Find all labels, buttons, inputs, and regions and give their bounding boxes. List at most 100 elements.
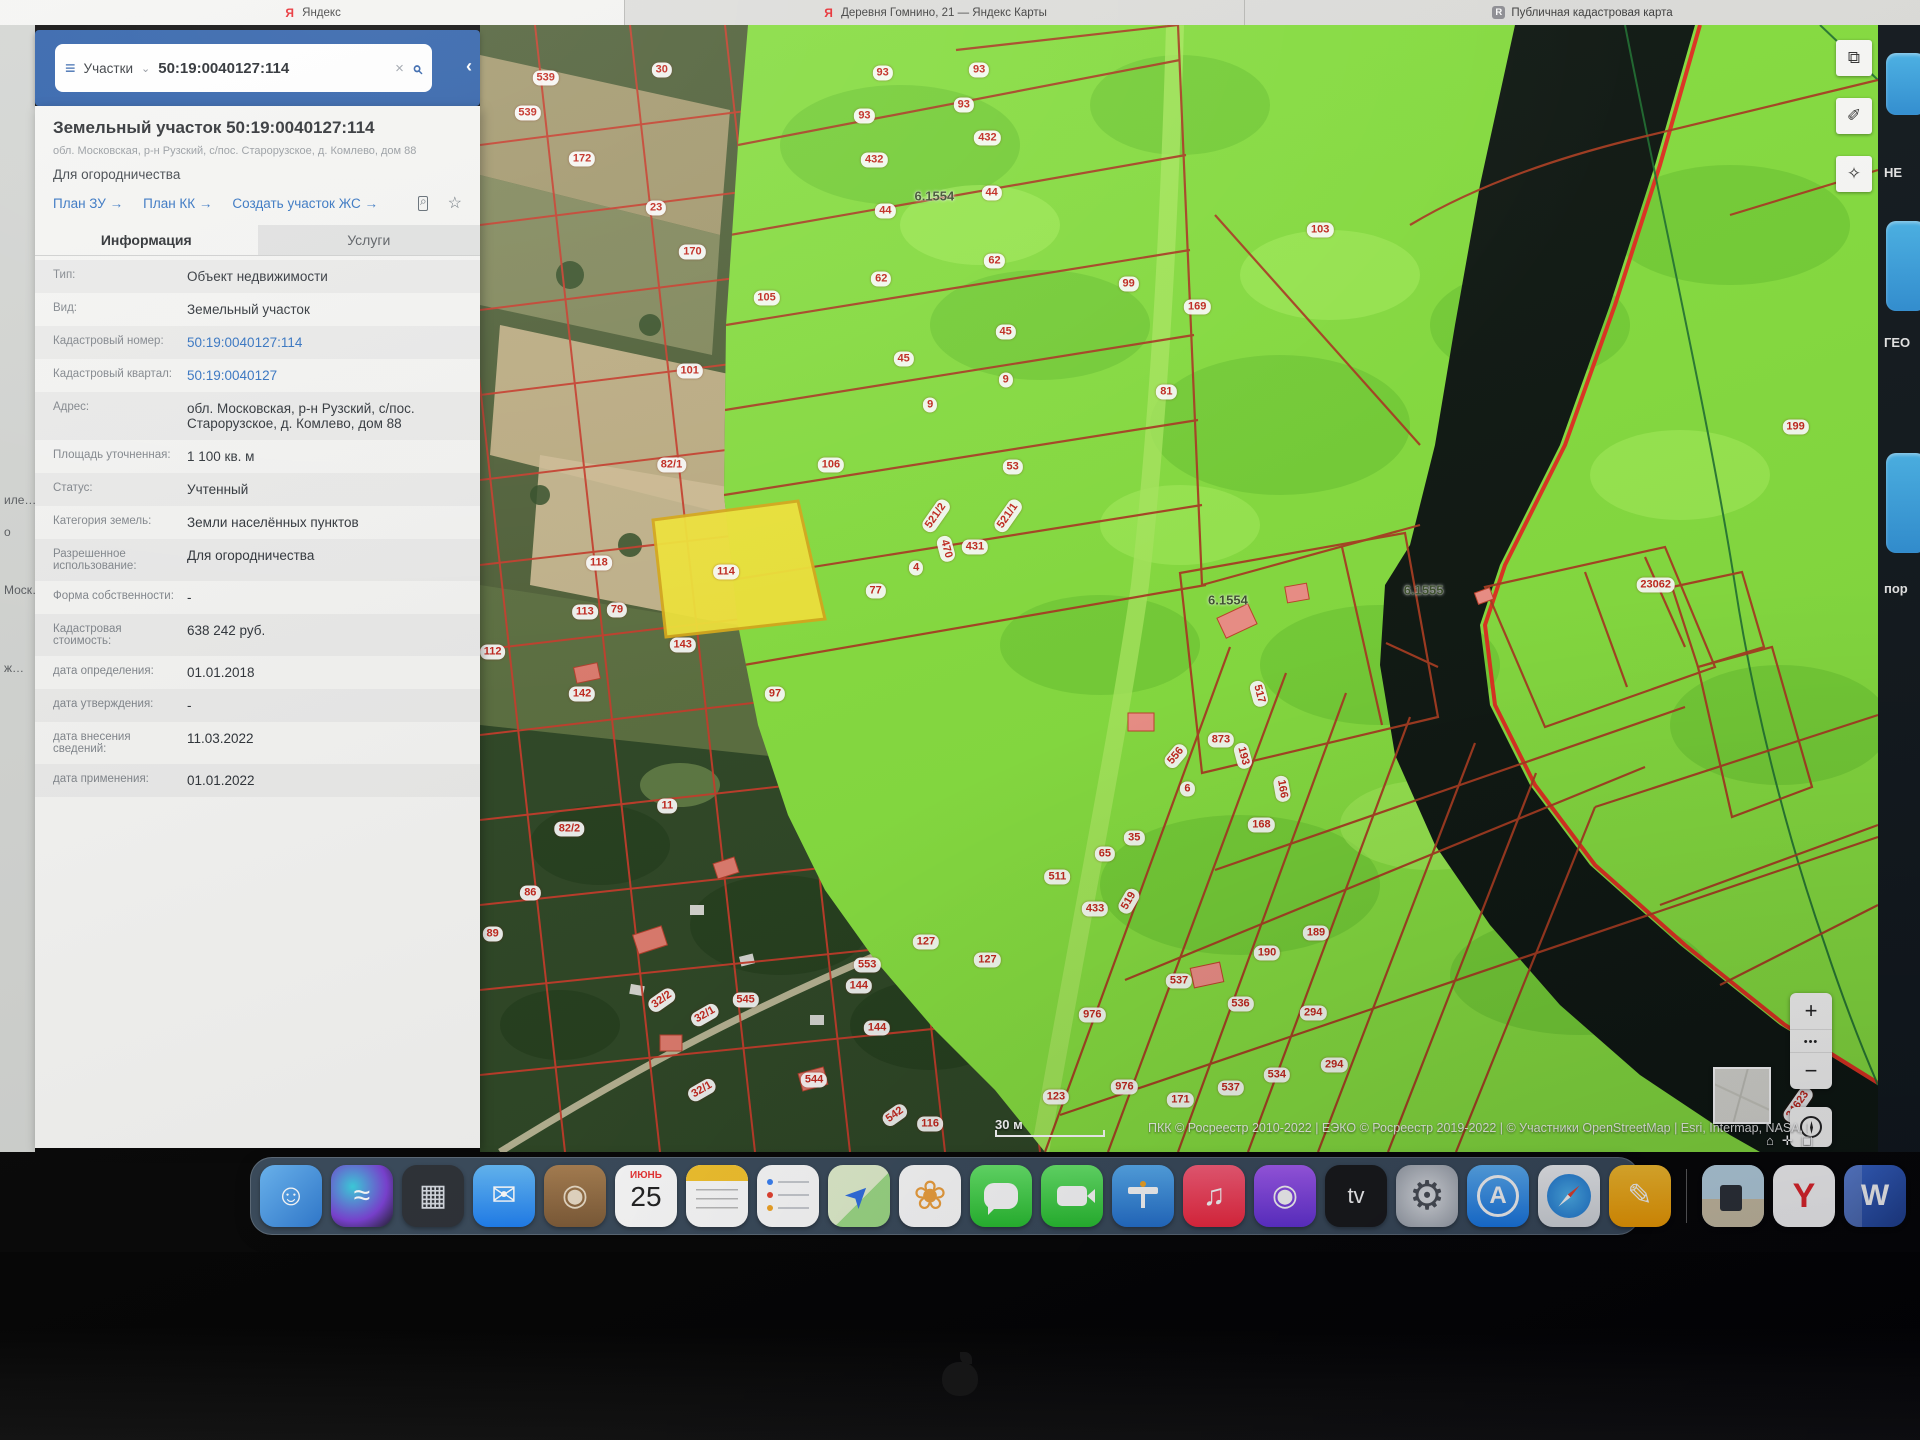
parcel-label[interactable]: 517 [1248,680,1269,709]
apple-tv-icon[interactable]: tv [1325,1165,1387,1227]
locate-button[interactable]: ✧ [1836,156,1872,192]
parcel-label[interactable]: 432 [974,130,1000,145]
parcel-label[interactable]: 93 [872,66,892,81]
parcel-label[interactable]: 82/1 [657,457,686,472]
parcel-label[interactable]: 114 [713,564,739,579]
parcel-label[interactable]: 93 [854,109,874,124]
parcel-label[interactable]: 190 [1254,945,1280,960]
photos-icon[interactable]: ❀ [899,1165,961,1227]
parcel-label[interactable]: 77 [866,583,886,598]
search-category[interactable]: Участки [84,61,134,76]
music-icon[interactable]: ♫ [1183,1165,1245,1227]
parcel-label[interactable]: 6 [1180,782,1194,797]
parcel-label[interactable]: 127 [913,935,939,950]
keynote-icon[interactable] [1112,1165,1174,1227]
parcel-label[interactable]: 172 [569,152,595,167]
parcel-label[interactable]: 9 [923,397,937,412]
crosshair-icon[interactable]: ✛ [1782,1133,1793,1149]
downloads-thumbnail-icon[interactable] [1702,1165,1764,1227]
field-value[interactable]: 50:19:0040127 [187,368,480,383]
parcel-label[interactable]: 976 [1111,1079,1137,1094]
parcel-label[interactable]: 553 [854,957,880,972]
parcel-label[interactable]: 89 [482,927,502,942]
parcel-label[interactable]: 32/2 [645,985,678,1014]
messages-icon[interactable] [970,1165,1032,1227]
parcel-label[interactable]: 32/1 [686,1076,719,1104]
parcel-label[interactable]: 976 [1079,1007,1105,1022]
parcel-label[interactable]: 99 [1119,277,1139,292]
cadastral-map[interactable]: 53953930939393931724324322344446.1554170… [480,25,1878,1152]
plan-kk-link[interactable]: План КК → [143,196,212,211]
parcel-label[interactable]: 470 [935,534,956,563]
app-store-icon[interactable]: A [1467,1165,1529,1227]
parcel-label[interactable]: 11 [658,799,678,814]
create-zhs-link[interactable]: Создать участок ЖС → [232,196,378,211]
parcel-label[interactable]: 113 [572,605,598,620]
parcel-label[interactable]: 62 [984,253,1004,268]
parcel-label[interactable]: 127 [974,953,1000,968]
zoom-out-button[interactable]: − [1790,1053,1832,1089]
parcel-label[interactable]: 199 [1782,420,1808,435]
parcel-label[interactable]: 82/2 [555,821,584,836]
safari-icon[interactable] [1538,1165,1600,1227]
parcel-label[interactable]: 433 [1082,901,1108,916]
parcel-label[interactable]: 521/2 [919,498,952,536]
parcel-label[interactable]: 432 [861,153,887,168]
parcel-label[interactable]: 193 [1233,742,1254,771]
parcel-label[interactable]: 170 [679,244,705,259]
parcel-label[interactable]: 542 [880,1101,910,1128]
tab-pkk[interactable]: R Публичная кадастровая карта [1245,0,1920,25]
calendar-icon[interactable]: ИЮНЬ25 [615,1165,677,1227]
parcel-label[interactable]: 539 [533,70,559,85]
tab-yandex-maps[interactable]: Я Деревня Гомнино, 21 — Яндекс Карты [625,0,1245,25]
parcel-label[interactable]: 23062 [1636,578,1675,593]
podcasts-icon[interactable]: ◉ [1254,1165,1316,1227]
parcel-label[interactable]: 86 [520,885,540,900]
chevron-down-icon[interactable]: ⌄ [141,62,150,75]
field-value[interactable]: 50:19:0040127:114 [187,335,480,350]
doc-search-icon[interactable] [418,196,428,211]
parcel-label[interactable]: 105 [753,290,779,305]
parcel-label[interactable]: 93 [954,98,974,113]
parcel-label[interactable]: 294 [1300,1006,1326,1021]
word-icon[interactable]: W [1844,1165,1906,1227]
parcel-label[interactable]: 143 [670,637,696,652]
parcel-label[interactable]: 169 [1184,299,1210,314]
parcel-label[interactable]: 101 [677,363,703,378]
parcel-label[interactable]: 79 [607,602,627,617]
mail-icon[interactable]: ✉ [473,1165,535,1227]
parcel-label[interactable]: 171 [1167,1093,1193,1108]
parcel-label[interactable]: 45 [996,324,1016,339]
search-query[interactable]: 50:19:0040127:114 [158,60,387,77]
parcel-label[interactable]: 534 [1264,1068,1290,1083]
yandex-browser-icon[interactable]: Y [1773,1165,1835,1227]
parcel-label[interactable]: 294 [1321,1058,1347,1073]
parcel-label[interactable]: 35 [1124,830,1144,845]
parcel-label[interactable]: 45 [893,351,913,366]
parcel-label[interactable]: 97 [765,687,785,702]
parcel-label[interactable]: 144 [846,979,872,994]
parcel-label[interactable]: 32/1 [689,1001,722,1029]
parcel-label[interactable]: 44 [982,185,1002,200]
layers-button[interactable]: ⧉ [1836,40,1872,76]
search-input[interactable]: ≡ Участки ⌄ 50:19:0040127:114 × ⌕ [55,44,432,92]
parcel-label[interactable]: 62 [871,271,891,286]
parcel-label[interactable]: 873 [1208,732,1234,747]
parcel-label[interactable]: 189 [1303,926,1329,941]
maps-icon[interactable]: ➤ [828,1165,890,1227]
notes-icon[interactable] [686,1165,748,1227]
parcel-label[interactable]: 30 [652,63,672,78]
search-icon[interactable]: ⌕ [412,58,422,79]
settings-icon[interactable]: ⚙ [1396,1165,1458,1227]
parcel-label[interactable]: 93 [969,63,989,78]
parcel-label[interactable]: 44 [875,203,895,218]
fullscreen-icon[interactable]: ▣ [1801,1133,1813,1149]
tab-yandex[interactable]: Я Яндекс [0,0,625,25]
parcel-label[interactable]: 81 [1156,385,1176,400]
parcel-label[interactable]: 4 [909,561,923,576]
parcel-label[interactable]: 106 [818,457,844,472]
zoom-levels-button[interactable]: ••• [1790,1029,1832,1053]
parcel-label[interactable]: 537 [1218,1080,1244,1095]
parcel-label[interactable]: 118 [586,555,612,570]
finder-icon[interactable]: ☺ [260,1165,322,1227]
